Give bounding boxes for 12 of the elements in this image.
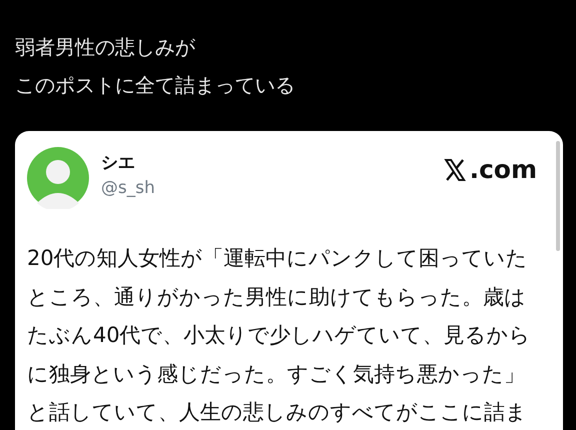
post-text-line: に独身という感じだった。すごく気持ち悪かった」 bbox=[27, 360, 525, 388]
author-name: シエ bbox=[101, 152, 135, 174]
post-text-line: 20代の知人女性が「運転中にパンクして困っていた bbox=[27, 245, 528, 272]
caption-text: このポストに全て詰まっている bbox=[15, 72, 295, 99]
post-text-line: たぶん40代で、小太りで少しハゲていて、見るから bbox=[27, 322, 531, 349]
source-domain: .com bbox=[469, 155, 537, 184]
author-handle: @s_sh bbox=[101, 178, 155, 198]
x-mark-icon bbox=[443, 158, 468, 182]
post-text-line: と話していて、人生の悲しみのすべてがここに詰ま bbox=[27, 399, 527, 426]
post-text-line: ところ、通りがかった男性に助けてもらった。歳は bbox=[27, 284, 526, 310]
avatar-icon bbox=[27, 147, 89, 209]
caption-text: 弱者男性の悲しみが bbox=[15, 34, 195, 61]
